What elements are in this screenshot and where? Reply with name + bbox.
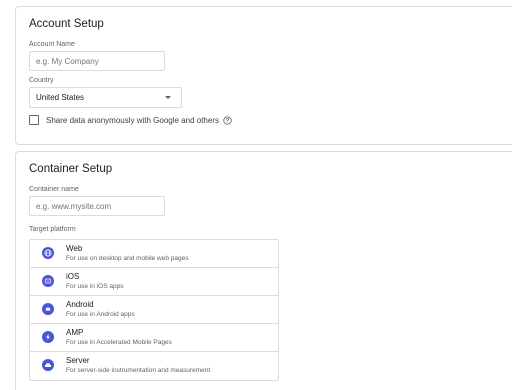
country-select-value: United States xyxy=(36,93,85,102)
platform-item-amp[interactable]: AMP For use in Accelerated Mobile Pages xyxy=(30,324,278,352)
platform-description: For use in Android apps xyxy=(66,311,135,318)
platform-description: For use in Accelerated Mobile Pages xyxy=(66,339,172,346)
country-select[interactable]: United States xyxy=(29,87,182,108)
help-icon[interactable] xyxy=(223,115,232,125)
platform-name: Server xyxy=(66,356,90,365)
platform-name: Android xyxy=(66,300,94,309)
target-platform-label: Target platform xyxy=(29,226,76,233)
platform-name: AMP xyxy=(66,328,84,337)
platform-description: For server-side instrumentation and meas… xyxy=(66,367,211,374)
share-data-checkbox[interactable] xyxy=(29,115,39,125)
platform-description: For use on desktop and mobile web pages xyxy=(66,255,189,262)
globe-icon xyxy=(42,247,54,259)
country-label: Country xyxy=(29,77,54,84)
platform-list: Web For use on desktop and mobile web pa… xyxy=(29,239,279,381)
platform-item-ios[interactable]: iOS For use in iOS apps xyxy=(30,268,278,296)
account-name-input[interactable] xyxy=(29,51,165,71)
account-name-label: Account Name xyxy=(29,41,75,48)
cloud-icon xyxy=(42,359,54,371)
amp-bolt-icon xyxy=(42,331,54,343)
ios-icon xyxy=(42,275,54,287)
share-data-row: Share data anonymously with Google and o… xyxy=(29,115,232,125)
container-setup-title: Container Setup xyxy=(29,163,113,175)
platform-item-server[interactable]: Server For server-side instrumentation a… xyxy=(30,352,278,380)
platform-name: iOS xyxy=(66,272,80,281)
platform-item-web[interactable]: Web For use on desktop and mobile web pa… xyxy=(30,240,278,268)
container-name-input[interactable] xyxy=(29,196,165,216)
container-name-label: Container name xyxy=(29,186,79,193)
android-icon xyxy=(42,303,54,315)
account-setup-card: Account Setup Account Name Country Unite… xyxy=(15,6,512,145)
account-setup-title: Account Setup xyxy=(29,18,104,30)
platform-description: For use in iOS apps xyxy=(66,283,124,290)
platform-name: Web xyxy=(66,244,83,253)
container-setup-card: Container Setup Container name Target pl… xyxy=(15,151,512,390)
platform-item-android[interactable]: Android For use in Android apps xyxy=(30,296,278,324)
dropdown-arrow-icon xyxy=(165,96,171,99)
share-data-label: Share data anonymously with Google and o… xyxy=(46,115,219,125)
